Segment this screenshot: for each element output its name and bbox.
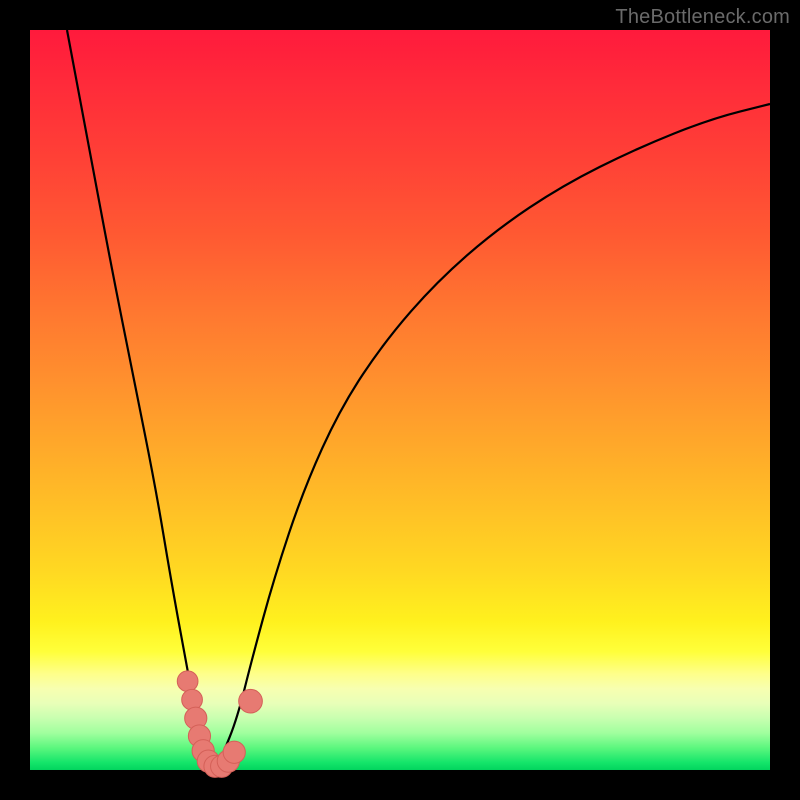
curve-marker bbox=[239, 689, 263, 713]
curve-markers bbox=[177, 671, 262, 778]
curve-marker bbox=[223, 741, 245, 763]
curve-marker bbox=[182, 689, 203, 710]
curve-svg bbox=[30, 30, 770, 770]
plot-area bbox=[30, 30, 770, 770]
curve-marker bbox=[177, 671, 198, 692]
bottleneck-curve bbox=[67, 30, 770, 766]
chart-frame: TheBottleneck.com bbox=[0, 0, 800, 800]
watermark-text: TheBottleneck.com bbox=[615, 6, 790, 29]
